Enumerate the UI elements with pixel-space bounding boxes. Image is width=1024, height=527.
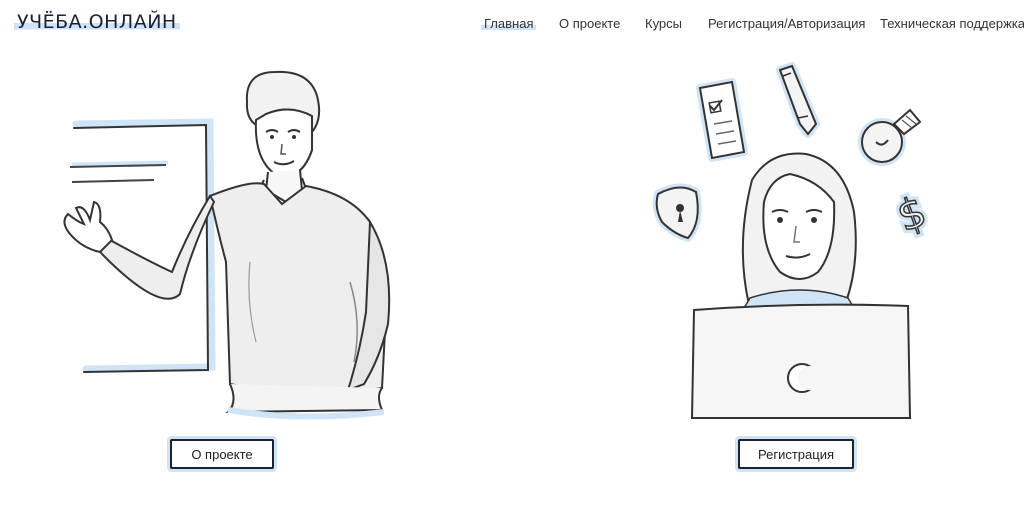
nav-item-courses[interactable]: Курсы	[645, 16, 682, 31]
nav-item-support[interactable]: Техническая поддержка	[880, 16, 1024, 31]
dollar-icon: $ $	[887, 182, 937, 245]
about-project-button[interactable]: О проекте	[170, 439, 274, 469]
document-icon	[696, 78, 748, 162]
main-nav: Главная О проекте Курсы Регистрация/Авто…	[0, 16, 1024, 36]
site-header: УЧЁБА.ОНЛАЙН Главная О проекте Курсы Рег…	[0, 0, 1024, 50]
pencil-icon	[776, 62, 820, 138]
registration-button[interactable]: Регистрация	[738, 439, 854, 469]
nav-item-registration[interactable]: Регистрация/Авторизация	[708, 16, 865, 31]
shield-lock-icon	[652, 183, 702, 242]
lightbulb-icon	[858, 108, 922, 166]
woman-figure	[741, 152, 857, 309]
presenter-illustration	[63, 70, 391, 420]
student-illustration: $ $	[652, 62, 937, 419]
nav-item-home[interactable]: Главная	[481, 16, 537, 31]
svg-text:$: $	[891, 186, 933, 241]
laptop-illustration	[690, 303, 912, 419]
nav-item-about[interactable]: О проекте	[559, 16, 620, 31]
